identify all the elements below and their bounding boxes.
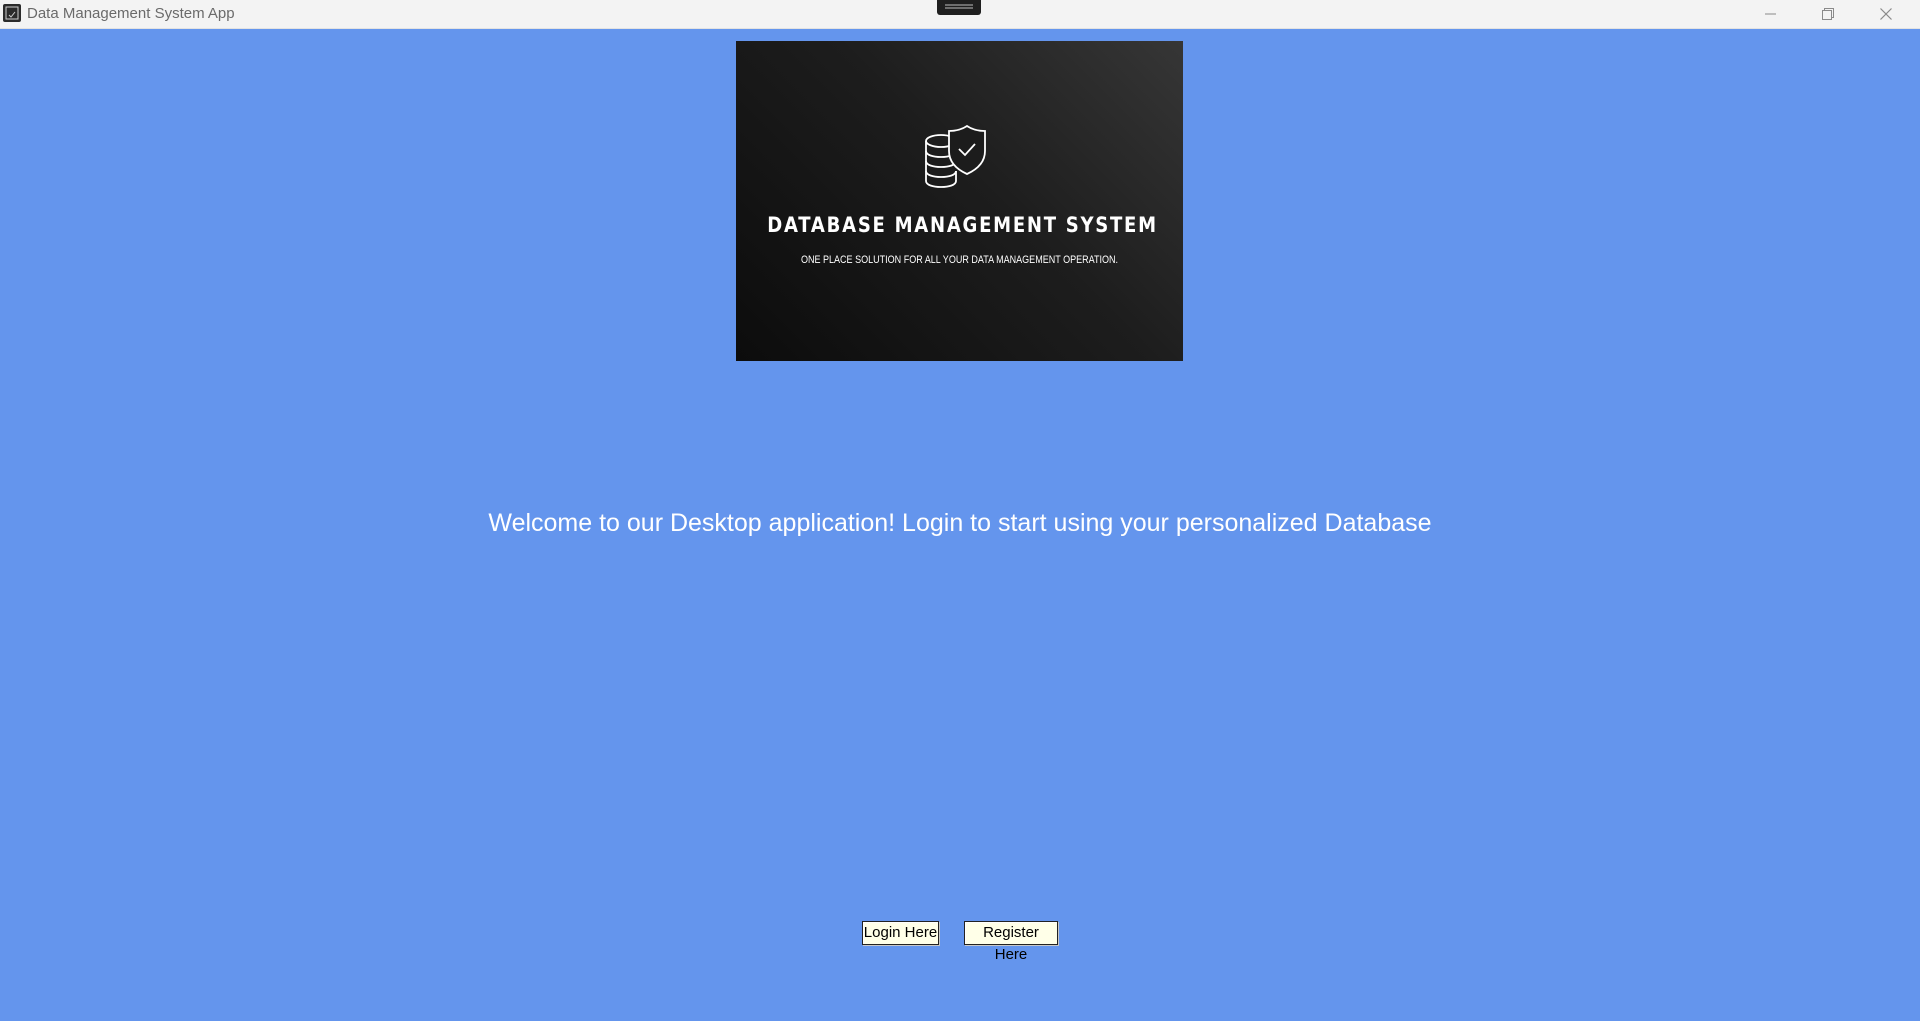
banner-image: DATABASE MANAGEMENT SYSTEM ONE PLACE SOL…	[736, 41, 1183, 361]
close-icon	[1880, 8, 1892, 20]
restore-icon	[1822, 8, 1834, 20]
database-shield-check-icon	[925, 124, 986, 188]
welcome-message: Welcome to our Desktop application! Logi…	[488, 509, 1432, 537]
restore-button[interactable]	[1800, 0, 1856, 28]
banner-subtitle: ONE PLACE SOLUTION FOR ALL YOUR DATA MAN…	[800, 254, 1119, 266]
minimize-button[interactable]	[1743, 0, 1799, 28]
app-window: Data Management System App DATABASE MANA…	[0, 0, 1920, 1021]
title-bar[interactable]: Data Management System App	[0, 0, 1920, 29]
banner-title: DATABASE MANAGEMENT SYSTEM	[767, 213, 1158, 237]
close-button[interactable]	[1858, 0, 1914, 28]
window-title: Data Management System App	[27, 5, 235, 22]
snap-layout-handle-icon[interactable]	[937, 0, 981, 15]
login-button[interactable]: Login Here	[862, 921, 939, 945]
register-button[interactable]: Register Here	[964, 921, 1058, 963]
app-icon[interactable]	[3, 4, 21, 22]
minimize-icon	[1765, 13, 1776, 15]
